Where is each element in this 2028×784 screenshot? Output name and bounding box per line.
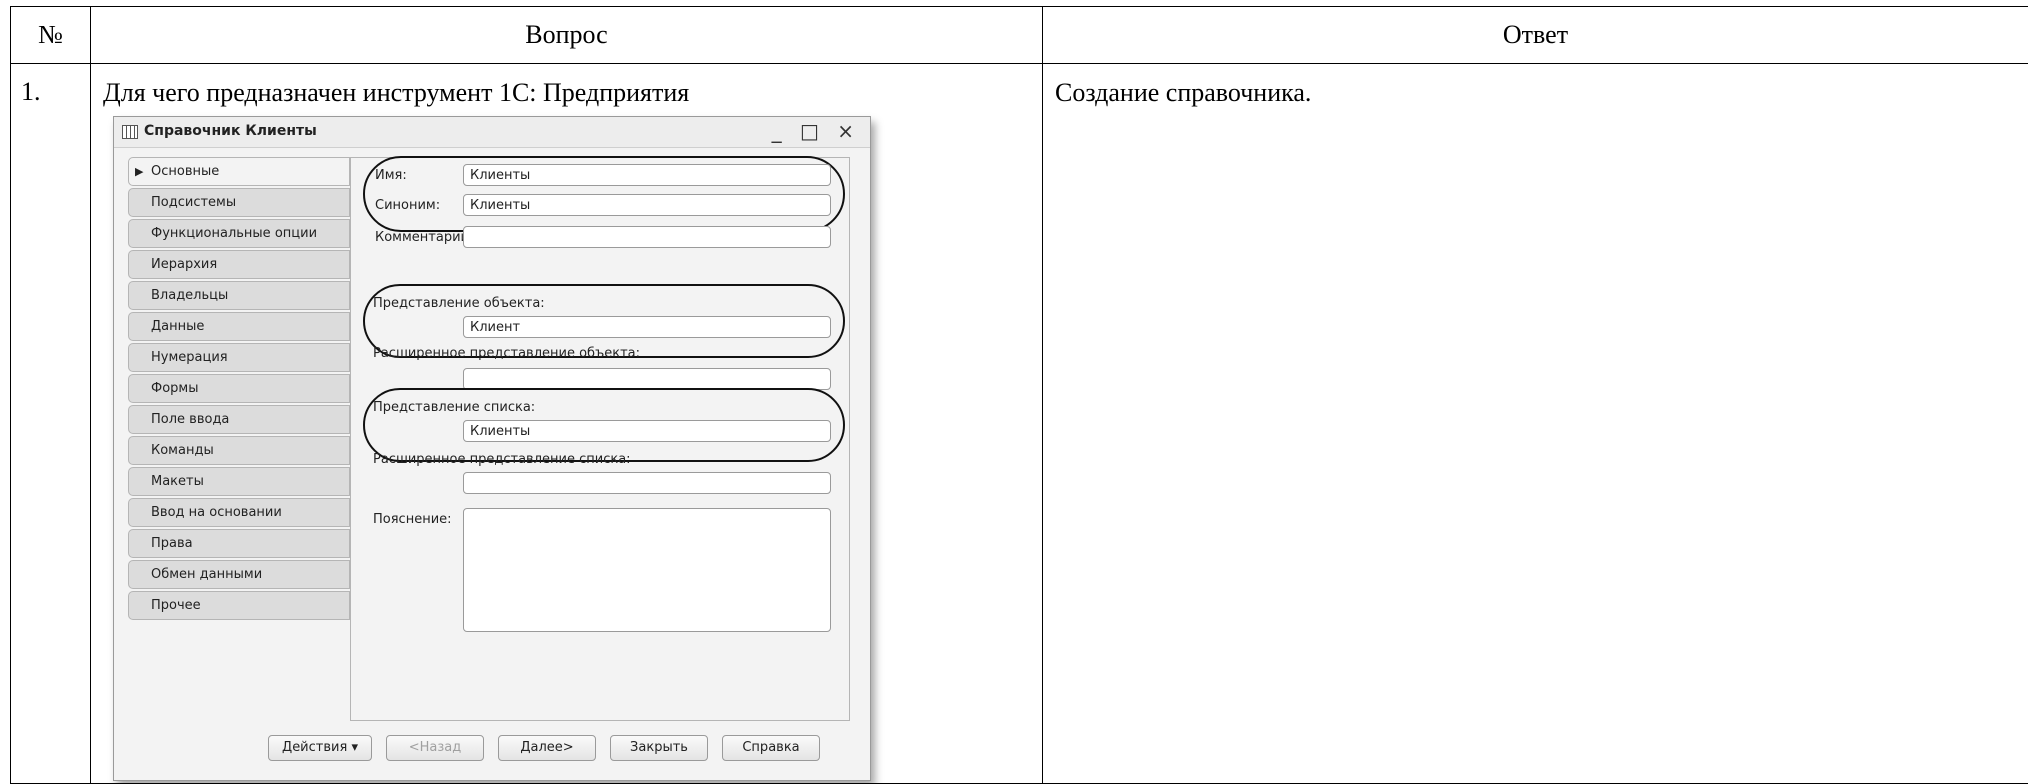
help-button[interactable]: Справка bbox=[722, 735, 820, 761]
1c-window-screenshot: Справочник Клиенты _ □ × ▶ Основные Подси… bbox=[113, 116, 871, 781]
answer-cell: Создание справочника. bbox=[1042, 63, 2028, 784]
tab-numeraciya[interactable]: Нумерация bbox=[128, 343, 350, 372]
tab-label: Владельцы bbox=[151, 288, 229, 303]
tab-vvod-na-osnovanii[interactable]: Ввод на основании bbox=[128, 498, 350, 527]
tab-pole-vvoda[interactable]: Поле ввода bbox=[128, 405, 350, 434]
tab-label: Ввод на основании bbox=[151, 505, 282, 520]
comment-label: Комментарий: bbox=[375, 230, 474, 245]
header-question: Вопрос bbox=[90, 6, 1043, 64]
tab-label: Поле ввода bbox=[151, 412, 230, 427]
ext-object-repr-label: Расширенное представление объекта: bbox=[373, 346, 641, 361]
comment-field[interactable] bbox=[463, 226, 831, 248]
catalog-icon bbox=[122, 125, 138, 139]
window-titlebar: Справочник Клиенты _ □ × bbox=[114, 117, 870, 148]
tab-makety[interactable]: Макеты bbox=[128, 467, 350, 496]
tab-label: Команды bbox=[151, 443, 214, 458]
next-button[interactable]: Далее> bbox=[498, 735, 596, 761]
table-header-row: № Вопрос Ответ bbox=[10, 6, 2028, 64]
ext-list-repr-label: Расширенное представление списка: bbox=[373, 452, 631, 467]
header-num: № bbox=[10, 6, 91, 64]
list-repr-field[interactable]: Клиенты bbox=[463, 420, 831, 442]
tab-vladelcy[interactable]: Владельцы bbox=[128, 281, 350, 310]
row-num: 1. bbox=[10, 63, 91, 784]
table-row: 1. Для чего предназначен инструмент 1С: … bbox=[10, 63, 2028, 784]
tab-label: Прочее bbox=[151, 598, 201, 613]
tab-prava[interactable]: Права bbox=[128, 529, 350, 558]
ext-list-repr-field[interactable] bbox=[463, 472, 831, 494]
button-bar: Действия ▾ <Назад Далее> Закрыть Справка bbox=[128, 727, 850, 767]
name-field[interactable]: Клиенты bbox=[463, 164, 831, 186]
name-label: Имя: bbox=[375, 168, 407, 183]
window-title: Справочник Клиенты bbox=[144, 123, 317, 139]
tab-label: Иерархия bbox=[151, 257, 218, 272]
tab-label: Функциональные опции bbox=[151, 226, 318, 241]
tab-label: Макеты bbox=[151, 474, 204, 489]
tab-funkcionalnye-opcii[interactable]: Функциональные опции bbox=[128, 219, 350, 248]
tab-prochee[interactable]: Прочее bbox=[128, 591, 350, 620]
tab-ierarhiya[interactable]: Иерархия bbox=[128, 250, 350, 279]
question-cell: Для чего предназначен инструмент 1С: Пре… bbox=[90, 63, 1043, 784]
window-controls[interactable]: _ □ × bbox=[772, 119, 860, 143]
explanation-label: Пояснение: bbox=[373, 512, 452, 527]
active-arrow-icon: ▶ bbox=[135, 165, 144, 178]
object-repr-field[interactable]: Клиент bbox=[463, 316, 831, 338]
question-text: Для чего предназначен инструмент 1С: Пре… bbox=[103, 78, 690, 107]
synonym-label: Синоним: bbox=[375, 198, 441, 213]
tab-label: Основные bbox=[151, 164, 220, 179]
tab-podsistemy[interactable]: Подсистемы bbox=[128, 188, 350, 217]
ext-object-repr-field[interactable] bbox=[463, 368, 831, 390]
tab-list: ▶ Основные Подсистемы Функциональные опци… bbox=[128, 157, 350, 622]
tab-label: Подсистемы bbox=[151, 195, 237, 210]
actions-label: Действия bbox=[282, 740, 348, 755]
tab-formy[interactable]: Формы bbox=[128, 374, 350, 403]
actions-button[interactable]: Действия ▾ bbox=[268, 735, 372, 761]
tab-label: Формы bbox=[151, 381, 199, 396]
tab-osnovnye[interactable]: ▶ Основные bbox=[128, 157, 350, 186]
object-repr-label: Представление объекта: bbox=[373, 296, 545, 311]
list-repr-label: Представление списка: bbox=[373, 400, 536, 415]
properties-panel: Имя: Клиенты Синоним: Клиенты Комментари… bbox=[350, 156, 850, 721]
explanation-field[interactable] bbox=[463, 508, 831, 632]
tab-label: Обмен данными bbox=[151, 567, 263, 582]
header-answer: Ответ bbox=[1042, 6, 2028, 64]
tab-dannye[interactable]: Данные bbox=[128, 312, 350, 341]
qa-table: № Вопрос Ответ 1. Для чего предназначен … bbox=[10, 6, 2028, 784]
back-button[interactable]: <Назад bbox=[386, 735, 484, 761]
tab-komandy[interactable]: Команды bbox=[128, 436, 350, 465]
close-button[interactable]: Закрыть bbox=[610, 735, 708, 761]
tab-label: Права bbox=[151, 536, 193, 551]
tab-obmen-dannymi[interactable]: Обмен данными bbox=[128, 560, 350, 589]
tab-label: Данные bbox=[151, 319, 205, 334]
tab-label: Нумерация bbox=[151, 350, 228, 365]
synonym-field[interactable]: Клиенты bbox=[463, 194, 831, 216]
chevron-down-icon: ▾ bbox=[351, 740, 358, 755]
